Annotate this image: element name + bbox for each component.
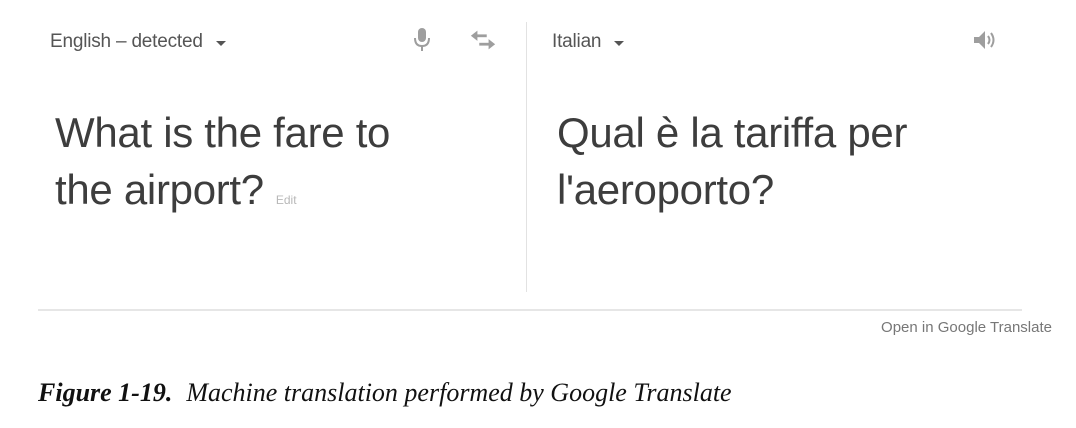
translated-text: Qual è la tariffa per l'aeroporto? [557,104,1007,218]
translate-widget: English – detected What is the fare to t… [38,0,1022,312]
microphone-button[interactable] [408,26,436,54]
pane-divider [526,22,527,292]
translated-text-line-1: Qual è la tariffa per [557,109,908,156]
listen-button[interactable] [971,26,999,54]
source-language-select[interactable]: English – detected [50,31,226,53]
figure-caption: Figure 1-19. Machine translation performe… [38,378,732,408]
chevron-down-icon [614,40,625,46]
speaker-icon [974,31,995,49]
target-language-select[interactable]: Italian [552,31,625,53]
open-in-google-translate-link[interactable]: Open in Google Translate [881,319,1052,336]
source-text-line-1: What is the fare to [55,109,391,156]
target-language-label: Italian [552,31,602,52]
figure-caption-text: Machine translation performed by Google … [186,378,732,407]
translated-text-line-2: l'aeroporto? [557,166,774,213]
chevron-down-icon [215,40,226,46]
microphone-icon [414,28,430,51]
swap-languages-button[interactable] [469,26,497,54]
footer-divider [38,309,1022,311]
source-pane: English – detected What is the fare to t… [38,0,526,292]
source-text-line-2: the airport? [55,166,264,213]
source-text[interactable]: What is the fare to the airport? Edit [55,104,495,229]
figure-number: Figure 1-19. [38,378,173,407]
source-language-label: English – detected [50,31,203,52]
swap-languages-icon [470,30,496,50]
edit-link[interactable]: Edit [276,193,297,207]
target-pane: Italian Qual è la tariffa per l'aeroport… [528,0,1022,292]
